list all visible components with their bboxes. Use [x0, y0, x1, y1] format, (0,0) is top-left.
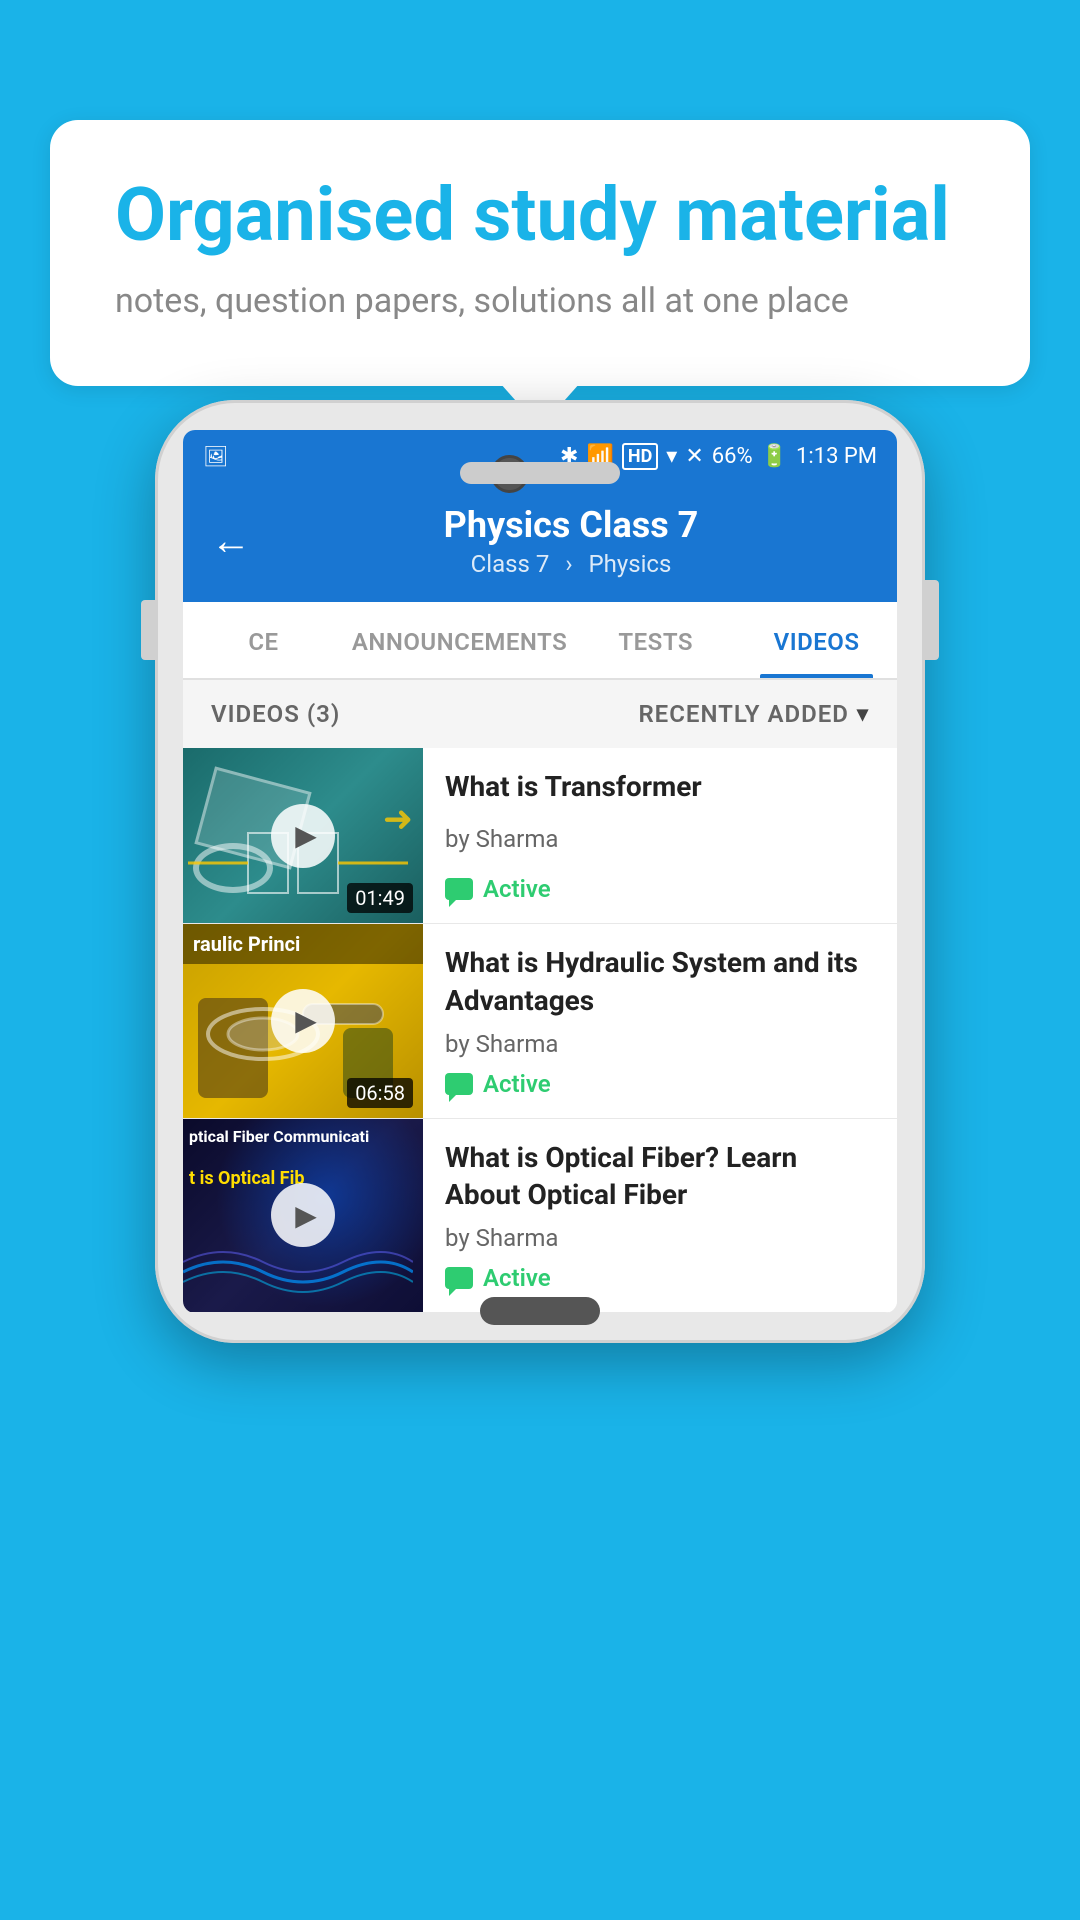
clock: 1:13 PM — [796, 444, 877, 469]
fiber-text-1: ptical Fiber Communicati — [189, 1127, 369, 1148]
breadcrumb-separator: › — [565, 550, 572, 578]
videos-count: VIDEOS (3) — [211, 700, 340, 728]
battery-icon: 🔋 — [761, 444, 788, 469]
video-status-3: Active — [445, 1264, 875, 1292]
chat-icon-3 — [445, 1267, 473, 1289]
header-title: Physics Class 7 — [273, 504, 869, 546]
video-title-3: What is Optical Fiber? Learn About Optic… — [445, 1139, 875, 1215]
status-label-2: Active — [483, 1070, 551, 1098]
speech-bubble: Organised study material notes, question… — [50, 120, 1030, 386]
video-item-2[interactable]: raulic Princi ▶ 06:58 What is Hydraulic … — [183, 924, 897, 1119]
status-label-1: Active — [483, 875, 551, 903]
video-item-1[interactable]: ➜ ▶ 01:49 What is Transformer by Sharma — [183, 748, 897, 924]
video-status-1: Active — [445, 875, 875, 903]
video-info-1: What is Transformer by Sharma Active — [423, 748, 897, 923]
photo-icon: 🖼 — [203, 444, 228, 468]
status-label-3: Active — [483, 1264, 551, 1292]
tab-ce-label: CE — [248, 628, 278, 656]
chat-icon-1 — [445, 878, 473, 900]
phone-outer: 🖼 ✱ 📶 HD ▾ ✕ 66% 🔋 1:13 PM ← Physics Cla… — [155, 400, 925, 1343]
video-title-1: What is Transformer — [445, 768, 875, 806]
video-author-1: by Sharma — [445, 825, 875, 853]
video-status-2: Active — [445, 1070, 875, 1098]
hd-badge: HD — [622, 443, 658, 470]
wifi-icon: ▾ — [666, 444, 677, 469]
side-button-right — [925, 580, 939, 660]
video-thumb-1: ➜ ▶ 01:49 — [183, 748, 423, 923]
video-info-3: What is Optical Fiber? Learn About Optic… — [423, 1119, 897, 1313]
tab-videos[interactable]: VIDEOS — [736, 602, 897, 678]
side-button-left — [141, 600, 155, 660]
video-thumb-3: ptical Fiber Communicati t is Optical Fi… — [183, 1119, 423, 1313]
video-title-2: What is Hydraulic System and its Advanta… — [445, 944, 875, 1020]
back-button[interactable]: ← — [211, 521, 251, 561]
chat-icon-2 — [445, 1073, 473, 1095]
app-header: ← Physics Class 7 Class 7 › Physics — [183, 482, 897, 602]
breadcrumb-class: Class 7 — [471, 550, 550, 578]
video-author-2: by Sharma — [445, 1030, 875, 1058]
breadcrumb-subject: Physics — [588, 550, 671, 578]
phone-screen: 🖼 ✱ 📶 HD ▾ ✕ 66% 🔋 1:13 PM ← Physics Cla… — [183, 430, 897, 1313]
tab-announcements-label: ANNOUNCEMENTS — [352, 628, 567, 656]
tabs-bar: CE ANNOUNCEMENTS TESTS VIDEOS — [183, 602, 897, 680]
sort-button[interactable]: RECENTLY ADDED ▾ — [638, 700, 869, 728]
chevron-down-icon: ▾ — [857, 702, 869, 727]
header-title-area: Physics Class 7 Class 7 › Physics — [273, 504, 869, 578]
speech-bubble-container: Organised study material notes, question… — [50, 120, 1030, 386]
bubble-subtitle: notes, question papers, solutions all at… — [115, 278, 965, 326]
videos-section-header: VIDEOS (3) RECENTLY ADDED ▾ — [183, 680, 897, 748]
sort-label: RECENTLY ADDED — [638, 700, 849, 728]
tab-tests[interactable]: TESTS — [575, 602, 736, 678]
header-breadcrumb: Class 7 › Physics — [273, 550, 869, 578]
tab-videos-label: VIDEOS — [774, 628, 860, 656]
play-button-2[interactable]: ▶ — [271, 989, 335, 1053]
status-left: 🖼 — [203, 444, 228, 468]
play-button-3[interactable]: ▶ — [271, 1183, 335, 1247]
tab-tests-label: TESTS — [618, 628, 693, 656]
phone-home-button[interactable] — [480, 1297, 600, 1325]
play-button-1[interactable]: ▶ — [271, 804, 335, 868]
video-item-3[interactable]: ptical Fiber Communicati t is Optical Fi… — [183, 1119, 897, 1314]
phone-mockup: 🖼 ✱ 📶 HD ▾ ✕ 66% 🔋 1:13 PM ← Physics Cla… — [155, 400, 925, 1343]
video-duration-2: 06:58 — [347, 1078, 413, 1108]
phone-speaker — [460, 462, 620, 484]
thumb-overlay-text-2: raulic Princi — [183, 924, 423, 964]
video-author-3: by Sharma — [445, 1224, 875, 1252]
bubble-title: Organised study material — [115, 175, 965, 256]
data-icon: ✕ — [685, 444, 703, 469]
video-thumb-2: raulic Princi ▶ 06:58 — [183, 924, 423, 1118]
fiber-svg — [183, 1242, 413, 1302]
battery-percent: 66% — [712, 444, 753, 469]
video-info-2: What is Hydraulic System and its Advanta… — [423, 924, 897, 1118]
video-duration-1: 01:49 — [347, 883, 413, 913]
tab-ce[interactable]: CE — [183, 602, 344, 678]
tab-announcements[interactable]: ANNOUNCEMENTS — [344, 602, 575, 678]
